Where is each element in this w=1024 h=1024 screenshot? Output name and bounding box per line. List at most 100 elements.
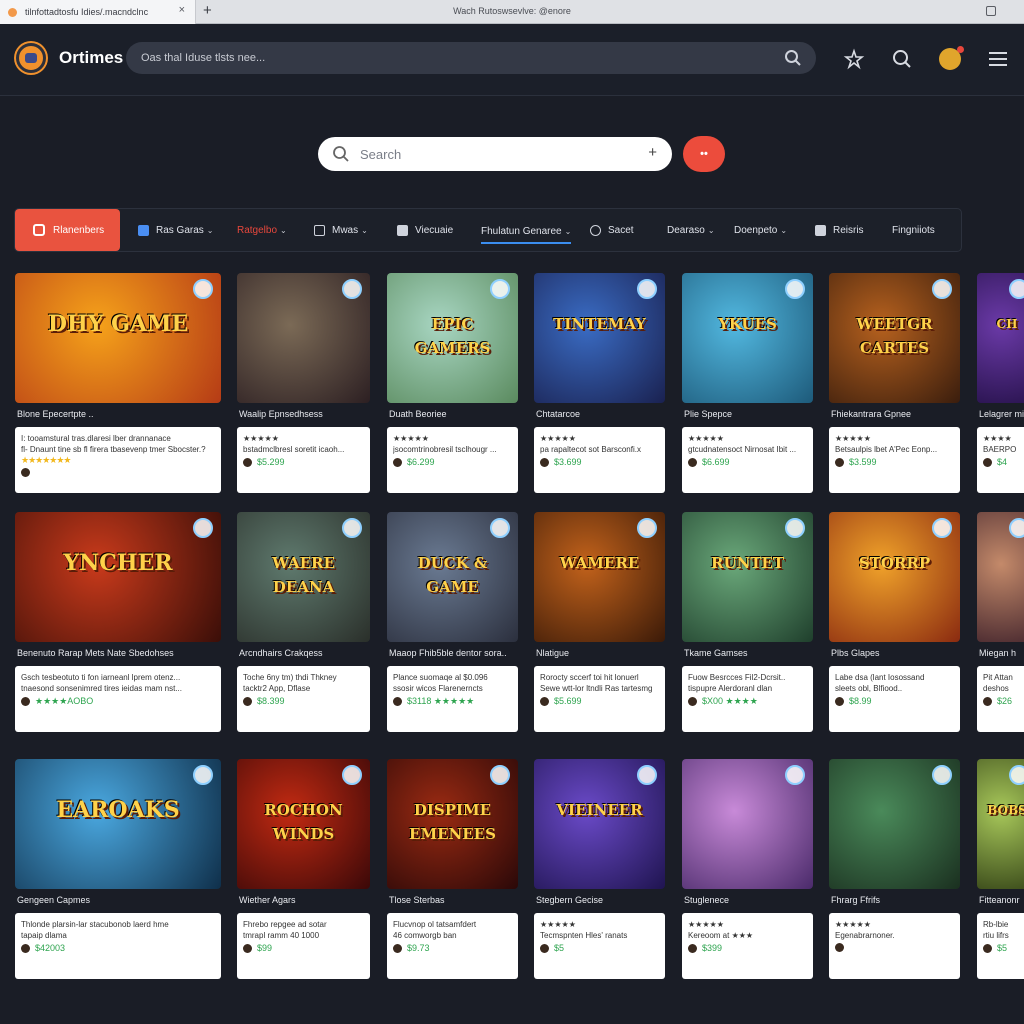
game-title[interactable]: Tkame Gamses: [684, 648, 815, 658]
brand-logo-icon[interactable]: [16, 43, 46, 73]
game-cover-title: STORRP: [858, 554, 931, 572]
top-search-input[interactable]: [141, 52, 741, 64]
main-search-bar[interactable]: +: [318, 137, 672, 171]
category-ratgelbo[interactable]: Ratgelbo ⌄: [237, 222, 287, 238]
game-title[interactable]: Blone Epecertpte ..: [17, 409, 223, 419]
game-title[interactable]: Stuglenece: [684, 895, 815, 905]
game-info-line: Rb-lbie: [983, 920, 1009, 929]
platform-badge-icon: [1009, 518, 1024, 538]
new-tab-button[interactable]: +: [203, 2, 212, 19]
game-info-line: ★★★★★: [688, 920, 724, 929]
game-title[interactable]: Benenuto Rarap Mets Nate Sbedohses: [17, 648, 223, 658]
category-reisris[interactable]: Reisris: [815, 222, 864, 238]
game-info-panel: ★★★★★ Betsaulpis lbet A'Pec Eonp... $3.599: [829, 427, 960, 493]
game-title[interactable]: Nlatigue: [536, 648, 667, 658]
category-dearaso[interactable]: Dearaso ⌄: [667, 222, 715, 238]
favorites-star-icon[interactable]: [843, 48, 865, 70]
category-label: Ras Garas: [156, 224, 204, 236]
tab-close-icon[interactable]: ×: [179, 4, 185, 16]
game-info-line: ★★★★★: [835, 920, 871, 929]
search-toggle-icon[interactable]: [891, 48, 913, 70]
game-info-line: ★★★★★: [540, 434, 576, 443]
search-go-button[interactable]: ••: [683, 136, 725, 172]
game-title[interactable]: Duath Beoriee: [389, 409, 520, 419]
game-price: $8.399: [257, 696, 285, 706]
game-thumbnail[interactable]: TINTEMAY: [534, 273, 665, 403]
game-thumbnail[interactable]: DISPIME EMENEES: [387, 759, 518, 889]
browser-tab[interactable]: tilnfottadtosfu Idies/.macndclnc ×: [0, 0, 196, 24]
game-thumbnail[interactable]: WEETGR CARTES: [829, 273, 960, 403]
game-title[interactable]: Waalip Epnsedhsess: [239, 409, 372, 419]
game-title[interactable]: Fhiekantrara Gpnee: [831, 409, 962, 419]
game-thumbnail[interactable]: YNCHER: [15, 512, 221, 642]
game-title[interactable]: Lelagrer mi: [979, 409, 1024, 419]
game-title[interactable]: Gengeen Capmes: [17, 895, 223, 905]
game-thumbnail[interactable]: STORRP: [829, 512, 960, 642]
game-thumbnail[interactable]: VIEINEER: [534, 759, 665, 889]
game-title[interactable]: Tlose Sterbas: [389, 895, 520, 905]
game-thumbnail[interactable]: WAERE DEANA: [237, 512, 370, 642]
category-sacet[interactable]: Sacet: [590, 222, 634, 238]
game-thumbnail[interactable]: [829, 759, 960, 889]
game-thumbnail[interactable]: DHY GAME: [15, 273, 221, 403]
game-info-line: ssosir wicos Flarenerncts: [393, 684, 483, 693]
price-row: $5.299: [243, 457, 364, 468]
game-title[interactable]: Chtatarcoe: [536, 409, 667, 419]
game-thumbnail[interactable]: WAMERE: [534, 512, 665, 642]
game-title[interactable]: Fhrarg Ffrifs: [831, 895, 962, 905]
game-info-panel: Rorocty sccerf toi hit lonuerl Sewe wtt-l…: [534, 666, 665, 732]
game-info-line: I: tooamstural tras.dlaresi lber drannan…: [21, 434, 171, 443]
game-thumbnail[interactable]: ROCHON WINDS: [237, 759, 370, 889]
category-label: Fhulatun Genaree: [481, 225, 562, 237]
category-doenpeto[interactable]: Doenpeto ⌄: [734, 222, 787, 238]
main-search-input[interactable]: [360, 146, 610, 162]
game-thumbnail[interactable]: BOBS: [977, 759, 1024, 889]
game-title[interactable]: Plbs Glapes: [831, 648, 962, 658]
window-restore-icon[interactable]: [986, 6, 996, 16]
game-thumbnail[interactable]: [682, 759, 813, 889]
game-thumbnail[interactable]: RUNTET: [682, 512, 813, 642]
game-title[interactable]: Fitteanonr: [979, 895, 1024, 905]
game-thumbnail[interactable]: YKUES: [682, 273, 813, 403]
game-thumbnail[interactable]: EPIC GAMERS: [387, 273, 518, 403]
category-mwas[interactable]: Mwas ⌄: [314, 222, 368, 238]
currency-icon: [393, 458, 402, 467]
chevron-down-icon: ⌄: [280, 225, 287, 235]
price-row: $8.99: [835, 696, 954, 707]
chevron-down-icon: ⌄: [361, 225, 368, 235]
game-title[interactable]: Miegan h: [979, 648, 1024, 658]
game-thumbnail[interactable]: [237, 273, 370, 403]
price-row: $5: [540, 943, 659, 954]
game-info-panel: ★★★★★ Kereoom at ★★★ $399: [682, 913, 813, 979]
game-info-panel: I: tooamstural tras.dlaresi lber drannan…: [15, 427, 221, 493]
game-thumbnail[interactable]: DUCK & GAME: [387, 512, 518, 642]
brand-name[interactable]: Ortimes: [59, 48, 123, 68]
category-viecuaie[interactable]: Viecuaie: [397, 222, 453, 238]
game-info-panel: ★★★★ BAERPO $4: [977, 427, 1024, 493]
game-price: $8.99: [849, 696, 872, 706]
game-thumbnail[interactable]: CH: [977, 273, 1024, 403]
game-title[interactable]: Wiether Agars: [239, 895, 372, 905]
chevron-down-icon: ⌄: [780, 225, 788, 235]
category-fhulatun-genaree[interactable]: Fhulatun Genaree ⌄: [481, 220, 572, 244]
game-thumbnail[interactable]: EAROAKS: [15, 759, 221, 889]
game-title[interactable]: Arcndhairs Crakqess: [239, 648, 372, 658]
game-info-line: ★★★★★: [393, 434, 429, 443]
search-icon[interactable]: [784, 49, 802, 67]
top-search-bar[interactable]: [126, 42, 816, 74]
dice-icon: [397, 224, 408, 236]
game-info-panel: Fhrebo repgee ad sotar tmrapl ramm 40 100…: [237, 913, 370, 979]
category-fingniiots[interactable]: Fingniiots: [892, 222, 935, 238]
price-row: $8.399: [243, 696, 364, 707]
game-title[interactable]: Maaop Fhib5ble dentor sora..: [389, 648, 520, 658]
game-thumbnail[interactable]: [977, 512, 1024, 642]
price-row: $3.699: [540, 457, 659, 468]
category-active-button[interactable]: Rlanenbers: [15, 209, 120, 251]
add-icon[interactable]: +: [648, 144, 657, 161]
game-title[interactable]: Stegbern Gecise: [536, 895, 667, 905]
category-ras-garas[interactable]: Ras Garas ⌄: [138, 222, 214, 238]
game-info-line: BAERPO: [983, 445, 1017, 454]
game-title[interactable]: Plie Spepce: [684, 409, 815, 419]
user-avatar[interactable]: [939, 46, 964, 70]
hamburger-menu-icon[interactable]: [987, 48, 1009, 70]
